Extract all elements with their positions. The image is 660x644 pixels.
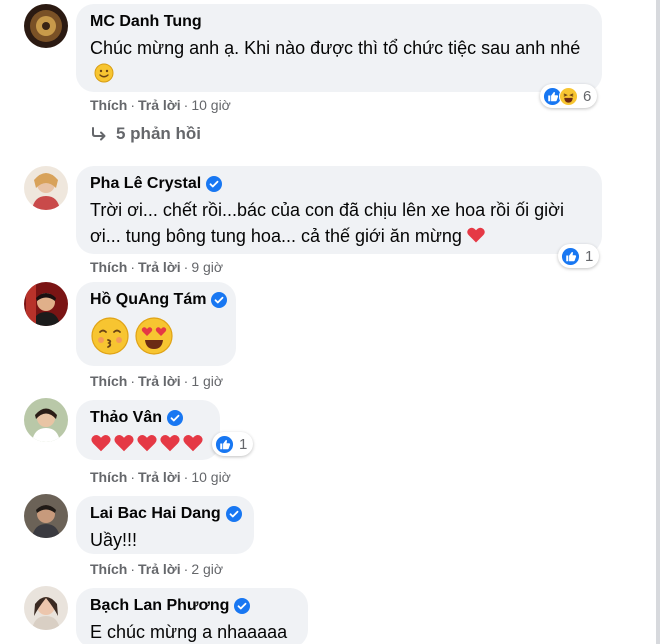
slightly-smiling-face-icon bbox=[94, 63, 114, 83]
like-reaction-icon bbox=[215, 434, 234, 454]
red-heart-icon bbox=[136, 432, 158, 454]
red-heart-icon bbox=[466, 225, 486, 245]
emoji-content bbox=[90, 316, 222, 356]
avatar[interactable] bbox=[24, 282, 68, 326]
reply-link[interactable]: Trả lời bbox=[138, 469, 181, 485]
like-link[interactable]: Thích bbox=[90, 259, 127, 275]
comment-text: Trời ơi... chết rồi...bác của con đã chị… bbox=[90, 200, 564, 246]
comment-bubble: Hồ QuAng Tám bbox=[76, 282, 236, 366]
comment-actions: Thích · Trả lời · 9 giờ bbox=[90, 259, 224, 275]
view-replies-button[interactable]: 5 phản hồi bbox=[90, 124, 201, 144]
comment-text: Uầy!!! bbox=[90, 530, 138, 550]
replies-label: 5 phản hồi bbox=[116, 124, 201, 143]
reply-link[interactable]: Trả lời bbox=[138, 259, 181, 275]
reply-link[interactable]: Trả lời bbox=[138, 97, 181, 113]
comment-text: Chúc mừng anh ạ. Khi nào được thì tổ chứ… bbox=[90, 35, 588, 87]
like-link[interactable]: Thích bbox=[90, 469, 127, 485]
reaction-summary[interactable]: 6 bbox=[540, 84, 598, 108]
comment-time[interactable]: 9 giờ bbox=[191, 259, 223, 275]
comment-bubble: Thảo Vân bbox=[76, 400, 220, 460]
verified-badge-icon bbox=[234, 598, 251, 614]
avatar[interactable] bbox=[24, 166, 68, 210]
comment-time[interactable]: 10 giờ bbox=[191, 97, 231, 113]
avatar[interactable] bbox=[24, 398, 68, 442]
comment-actions: Thích · Trả lời · 10 giờ bbox=[90, 97, 231, 113]
comment-bubble: Pha Lê Crystal Trời ơi... chết rồi...bác… bbox=[76, 166, 602, 254]
comment-author[interactable]: Thảo Vân bbox=[90, 408, 206, 428]
comment-author[interactable]: Pha Lê Crystal bbox=[90, 174, 588, 194]
comment-bubble: MC Danh Tung Chúc mừng anh ạ. Khi nào đư… bbox=[76, 4, 602, 92]
like-link[interactable]: Thích bbox=[90, 561, 127, 577]
kissing-face-icon bbox=[90, 316, 130, 356]
avatar[interactable] bbox=[24, 4, 68, 48]
avatar[interactable] bbox=[24, 494, 68, 538]
haha-reaction-icon bbox=[559, 86, 578, 106]
comment-author[interactable]: Bạch Lan Phương bbox=[90, 596, 294, 616]
like-reaction-icon bbox=[561, 246, 580, 266]
verified-badge-icon bbox=[206, 176, 223, 192]
heart-emojis bbox=[90, 432, 206, 454]
panel-edge bbox=[656, 0, 660, 644]
comment-actions: Thích · Trả lời · 10 giờ bbox=[90, 469, 231, 485]
reaction-count: 1 bbox=[585, 247, 594, 265]
verified-badge-icon bbox=[167, 410, 184, 426]
comment-bubble: Lai Bac Hai Dang Uầy!!! bbox=[76, 496, 254, 554]
like-link[interactable]: Thích bbox=[90, 373, 127, 389]
verified-badge-icon bbox=[225, 506, 242, 522]
comment-actions: Thích · Trả lời · 2 giờ bbox=[90, 561, 224, 577]
red-heart-icon bbox=[182, 432, 204, 454]
avatar[interactable] bbox=[24, 586, 68, 630]
comment-actions: Thích · Trả lời · 1 giờ bbox=[90, 373, 224, 389]
comment-author[interactable]: MC Danh Tung bbox=[90, 12, 588, 32]
comment-time[interactable]: 1 giờ bbox=[191, 373, 223, 389]
heart-eyes-face-icon bbox=[134, 316, 174, 356]
reply-link[interactable]: Trả lời bbox=[138, 561, 181, 577]
comment-text: E chúc mừng a nhaaaaa bbox=[90, 622, 288, 642]
comment-bubble: Bạch Lan Phương E chúc mừng a nhaaaaa bbox=[76, 588, 308, 644]
comment-time[interactable]: 10 giờ bbox=[191, 469, 231, 485]
reply-arrow-icon bbox=[90, 125, 108, 143]
verified-badge-icon bbox=[211, 292, 228, 308]
comment-time[interactable]: 2 giờ bbox=[191, 561, 223, 577]
red-heart-icon bbox=[90, 432, 112, 454]
red-heart-icon bbox=[113, 432, 135, 454]
like-link[interactable]: Thích bbox=[90, 97, 127, 113]
reaction-count: 6 bbox=[583, 87, 592, 105]
reaction-summary[interactable]: 1 bbox=[558, 244, 600, 268]
comment-author[interactable]: Hồ QuAng Tám bbox=[90, 290, 228, 310]
comment-author[interactable]: Lai Bac Hai Dang bbox=[90, 504, 242, 524]
reaction-count: 1 bbox=[239, 435, 248, 453]
reply-link[interactable]: Trả lời bbox=[138, 373, 181, 389]
reaction-summary[interactable]: 1 bbox=[212, 432, 254, 456]
red-heart-icon bbox=[159, 432, 181, 454]
